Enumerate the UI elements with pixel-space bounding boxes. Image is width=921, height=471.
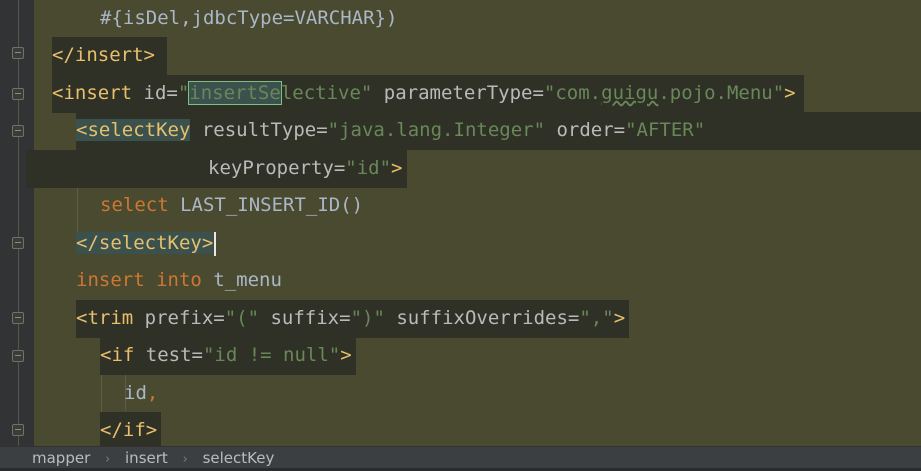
code-line[interactable]: </if> bbox=[100, 412, 162, 446]
code-line[interactable]: </selectKey> bbox=[76, 225, 217, 263]
code-token: #{isDel,jdbcType=VARCHAR}) bbox=[100, 7, 398, 29]
breadcrumb-item-mapper[interactable]: mapper bbox=[32, 447, 90, 469]
code-line[interactable]: select LAST_INSERT_ID() bbox=[100, 187, 363, 225]
code-token: <insert bbox=[52, 82, 133, 104]
code-token: keyProperty= bbox=[208, 157, 346, 179]
code-token: "," bbox=[579, 307, 614, 329]
code-token: parameterType= bbox=[372, 82, 544, 104]
code-token: LAST_INSERT_ID() bbox=[168, 194, 364, 216]
code-line[interactable]: <selectKey resultType="java.lang.Integer… bbox=[76, 112, 921, 150]
code-token: insertSe bbox=[188, 81, 282, 105]
fold-marker-icon[interactable] bbox=[12, 47, 24, 59]
code-token: <selectKey bbox=[76, 119, 191, 141]
fold-marker-icon[interactable] bbox=[12, 312, 24, 324]
code-token: suffix= bbox=[259, 307, 351, 329]
code-token: </selectKey> bbox=[76, 232, 214, 254]
code-token: select bbox=[100, 194, 169, 216]
code-token: guigu bbox=[601, 82, 659, 104]
code-token: order= bbox=[545, 119, 626, 141]
code-line[interactable]: keyProperty="id"> bbox=[26, 150, 407, 188]
code-token: lective" bbox=[280, 82, 373, 104]
code-token: </insert> bbox=[52, 44, 155, 66]
code-token: .pojo.Menu" bbox=[658, 82, 785, 104]
code-token: into bbox=[156, 269, 202, 291]
editor-gutter[interactable] bbox=[0, 0, 34, 446]
code-token: insert bbox=[76, 269, 145, 291]
code-token: resultType= bbox=[190, 119, 328, 141]
code-token: > bbox=[784, 82, 796, 104]
code-token: "id" bbox=[345, 157, 392, 179]
code-token: ")" bbox=[350, 307, 385, 329]
fold-marker-icon[interactable] bbox=[12, 88, 24, 100]
code-line[interactable]: <if test="id != null"> bbox=[100, 337, 356, 375]
fold-marker-icon[interactable] bbox=[12, 125, 24, 137]
code-line[interactable]: insert into t_menu bbox=[76, 262, 282, 300]
code-token: <if bbox=[100, 344, 135, 366]
code-area[interactable]: #{isDel,jdbcType=VARCHAR}) </insert> <in… bbox=[26, 0, 921, 446]
code-token: "id != null" bbox=[202, 344, 341, 366]
code-line[interactable]: #{isDel,jdbcType=VARCHAR}) bbox=[100, 0, 397, 38]
code-token: <trim bbox=[76, 307, 134, 329]
code-token: suffixOverrides= bbox=[384, 307, 580, 329]
fold-guide bbox=[18, 0, 19, 446]
breadcrumb-item-selectkey[interactable]: selectKey bbox=[203, 447, 275, 469]
code-token: > bbox=[340, 344, 352, 366]
code-token: t_menu bbox=[201, 269, 282, 291]
breadcrumb-item-insert[interactable]: insert bbox=[125, 447, 168, 469]
code-line[interactable]: <trim prefix="(" suffix=")" suffixOverri… bbox=[76, 300, 630, 338]
code-token: "AFTER" bbox=[625, 119, 706, 141]
fold-marker-icon[interactable] bbox=[12, 350, 24, 362]
code-token: > bbox=[391, 157, 403, 179]
code-editor[interactable]: #{isDel,jdbcType=VARCHAR}) </insert> <in… bbox=[0, 0, 921, 446]
fold-marker-icon[interactable] bbox=[12, 237, 24, 249]
code-line[interactable]: id, bbox=[124, 375, 158, 413]
code-token: id= bbox=[132, 82, 178, 104]
breadcrumb: mapper › insert › selectKey bbox=[0, 446, 921, 468]
code-token: test= bbox=[134, 344, 203, 366]
fold-marker-icon[interactable] bbox=[12, 424, 24, 436]
code-token: " bbox=[177, 82, 190, 104]
code-token: prefix= bbox=[133, 307, 225, 329]
code-token: "com. bbox=[543, 82, 602, 104]
code-line[interactable]: <insert id="insertSelective" parameterTy… bbox=[52, 75, 804, 113]
code-token: "(" bbox=[224, 307, 260, 329]
code-token: , bbox=[146, 382, 159, 404]
text-caret bbox=[214, 231, 217, 256]
code-token: "java.lang.Integer" bbox=[327, 119, 546, 141]
code-token: > bbox=[613, 307, 626, 329]
code-token: </if> bbox=[100, 419, 158, 441]
code-token: id bbox=[124, 382, 147, 404]
code-line[interactable]: </insert> bbox=[52, 37, 167, 75]
